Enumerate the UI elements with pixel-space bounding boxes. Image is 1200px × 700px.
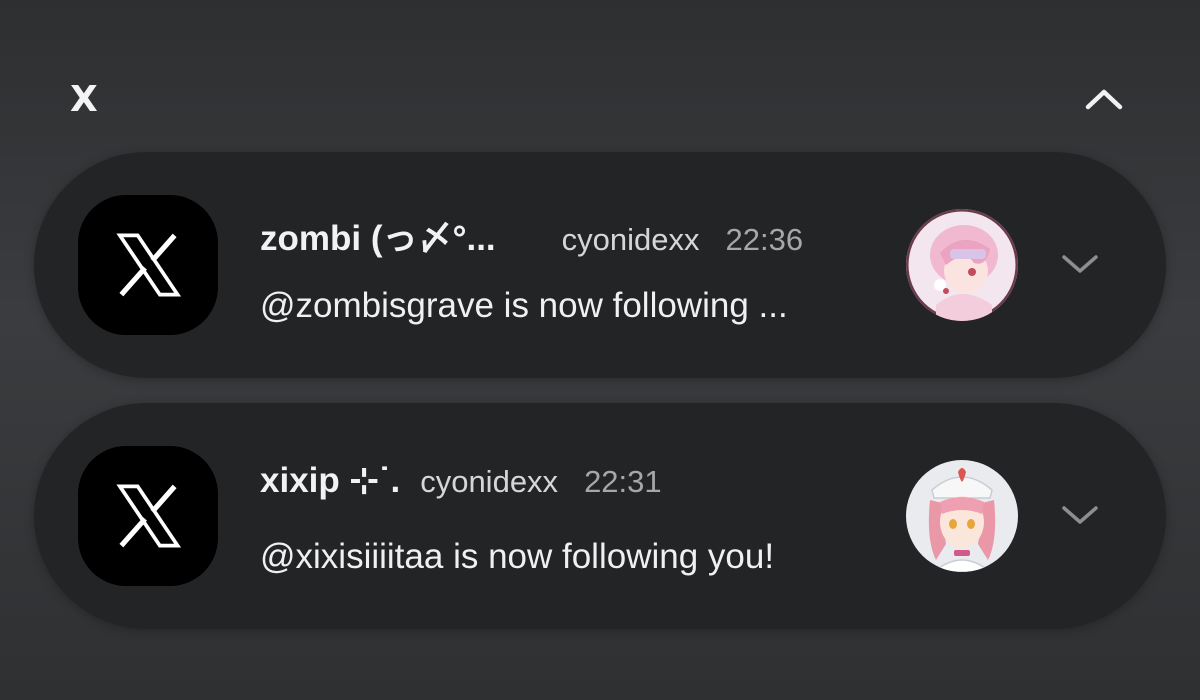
account-name: cyonidexx [420,464,559,499]
notification-shade: X zombi (っ〆°... cyonidexx 22:36 @zombisg… [0,0,1200,700]
sender-name: zombi (っ〆°... [260,219,496,258]
group-app-label: X [70,78,99,120]
notification-content: xixip ⊹˙. cyonidexx 22:31 @xixisiiiitaa … [260,461,900,577]
avatar [906,209,1018,321]
notification-card[interactable]: zombi (っ〆°... cyonidexx 22:36 @zombisgra… [34,152,1166,378]
sender-name: xixip ⊹˙. [260,461,401,500]
account-name: cyonidexx [561,222,700,257]
expand-notification-button[interactable] [1052,242,1108,286]
expand-notification-button[interactable] [1052,493,1108,537]
collapse-group-button[interactable] [1078,76,1130,122]
notification-message: @zombisgrave is now following ... [260,286,788,325]
notification-content: zombi (っ〆°... cyonidexx 22:36 @zombisgra… [260,210,900,326]
chevron-down-icon [1062,506,1098,524]
anime-avatar-nurse-pink-hair [906,460,1018,572]
notification-time: 22:31 [584,464,662,499]
chevron-up-icon [1085,89,1123,110]
notification-group-header: X [70,74,1130,124]
notification-message: @xixisiiiitaa is now following you! [260,537,775,576]
x-logo-icon [78,195,218,335]
x-logo-icon [78,446,218,586]
chevron-down-icon [1062,255,1098,273]
notification-time: 22:36 [725,222,804,257]
notification-card[interactable]: xixip ⊹˙. cyonidexx 22:31 @xixisiiiitaa … [34,403,1166,629]
notification-title-row: xixip ⊹˙. cyonidexx 22:31 [260,461,900,511]
avatar [906,460,1018,572]
anime-avatar-pink-hair [906,209,1018,321]
notification-title-row: zombi (っ〆°... cyonidexx 22:36 [260,210,900,260]
